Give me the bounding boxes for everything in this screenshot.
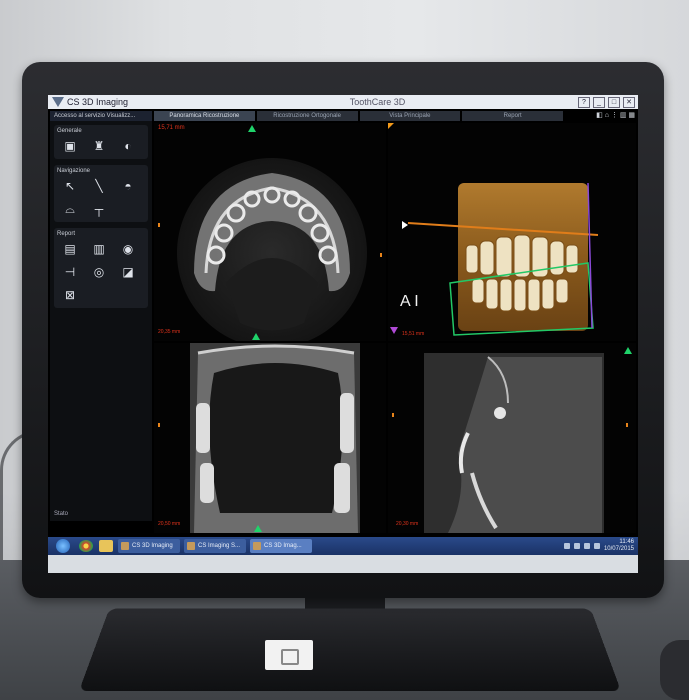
view-tabs: Panoramica Ricostruzione Ricostruzione O… xyxy=(154,111,638,121)
angle-icon[interactable]: ◓ xyxy=(115,176,141,196)
tool-group-report: Report ▤ ▥ ◉ ⊣ ◎ ◪ ⊠ xyxy=(54,228,148,308)
sidebar-header[interactable]: Accesso al servizio Visualizz... xyxy=(50,111,152,121)
tray-icon[interactable] xyxy=(563,543,570,549)
chrome-icon[interactable] xyxy=(79,540,93,552)
orange-tick xyxy=(158,423,160,427)
sagittal-view[interactable]: 20,30 mm xyxy=(388,343,636,533)
screen-bottom-edge xyxy=(48,555,638,573)
implant-icon[interactable]: ┬ xyxy=(86,199,112,219)
app-title: CS 3D Imaging xyxy=(67,97,129,107)
camera-icon[interactable]: ◉ xyxy=(115,239,141,259)
pen-icon[interactable]: ╲ xyxy=(86,176,112,196)
orange-tick xyxy=(392,413,394,417)
green-plane-marker[interactable] xyxy=(248,125,256,132)
monitor-icon[interactable]: ▣ xyxy=(57,136,83,156)
start-button[interactable] xyxy=(56,539,70,553)
tab-orthogonal[interactable]: Ricostruzione Ortogonale xyxy=(256,111,358,121)
monitor-stand-base xyxy=(78,608,622,692)
group-title: Generale xyxy=(57,128,82,134)
coronal-measure-bottom: 20,50 mm xyxy=(158,521,181,527)
green-plane-marker[interactable] xyxy=(254,525,262,532)
help-button[interactable]: ? xyxy=(578,96,590,108)
orange-tick xyxy=(380,253,382,257)
maximize-button[interactable]: □ xyxy=(608,96,620,108)
jaw-icon[interactable]: ⌓ xyxy=(57,199,83,219)
axial-measure-bottom: 20,35 mm xyxy=(158,329,181,335)
system-tray: 11:46 10/07/2015 xyxy=(563,539,638,553)
orange-corner-marker[interactable] xyxy=(388,123,394,129)
document-icon[interactable]: ▤ xyxy=(57,239,83,259)
tab-report[interactable]: Report xyxy=(462,111,563,121)
orange-tick xyxy=(158,223,160,227)
close-button[interactable]: ✕ xyxy=(623,96,635,108)
arrow-cursor-icon[interactable]: ↖ xyxy=(57,176,83,196)
clock-date: 10/07/2015 xyxy=(603,546,634,552)
taskbar-task[interactable]: CS Imaging S... xyxy=(184,539,246,553)
export-icon[interactable]: ◪ xyxy=(115,262,141,282)
coronal-view[interactable]: 20,50 mm xyxy=(154,343,386,533)
group-title: Navigazione xyxy=(57,168,91,174)
taskbar-task-active[interactable]: CS 3D Imag... xyxy=(250,539,312,553)
monitor-base-sticker xyxy=(265,640,313,670)
orientation-label: A I xyxy=(400,293,419,310)
target-icon[interactable]: ◎ xyxy=(86,262,112,282)
minimize-button[interactable]: _ xyxy=(593,96,605,108)
view-toolbar-icons[interactable]: ◧ ⌂ ⋮ ▥ ▦ xyxy=(565,111,638,121)
sidebar-status-label: Stato xyxy=(54,511,69,517)
green-plane-marker[interactable] xyxy=(252,333,260,340)
clock-time: 11:46 xyxy=(619,539,634,545)
app-logo-icon xyxy=(52,97,64,107)
tab-main-view[interactable]: Vista Principale xyxy=(359,111,461,121)
magenta-plane-marker[interactable] xyxy=(390,327,398,334)
folder-icon[interactable] xyxy=(99,540,113,552)
sagittal-measure-bottom: 20,30 mm xyxy=(396,521,419,527)
mouse-icon[interactable]: ◐ xyxy=(115,136,141,156)
sagittal-ct-image xyxy=(424,353,604,533)
ruler-icon[interactable]: ⊣ xyxy=(57,262,83,282)
axial-view[interactable]: 15,71 mm 20,35 mm xyxy=(154,123,386,341)
tooth-icon[interactable]: ♜ xyxy=(86,136,112,156)
axial-ct-image xyxy=(177,158,367,341)
windows-taskbar: CS 3D Imaging CS Imaging S... CS 3D Imag… xyxy=(48,537,638,555)
tool-group-general: Generale ▣ ♜ ◐ xyxy=(54,125,148,159)
taskbar-task[interactable]: CS 3D Imaging xyxy=(118,539,180,553)
volume-render-image xyxy=(402,182,599,336)
group-title: Report xyxy=(57,231,76,237)
tool-group-navigation: Navigazione ↖ ╲ ◓ ⌓ ┬ xyxy=(54,165,148,222)
window-center-title: ToothCare 3D xyxy=(349,97,406,107)
tray-icon[interactable] xyxy=(573,543,580,549)
tab-panoramic[interactable]: Panoramica Ricostruzione xyxy=(154,111,255,121)
volume-measure-bottom: 15,51 mm xyxy=(402,331,425,337)
coronal-ct-image xyxy=(190,343,360,533)
monitor-screen: CS 3D Imaging ToothCare 3D ? _ □ ✕ Acces… xyxy=(48,95,638,573)
printer-icon[interactable]: ▥ xyxy=(86,239,112,259)
volume-3d-view[interactable]: A I 15,51 mm xyxy=(388,123,636,341)
volume-icon[interactable] xyxy=(593,543,600,549)
orange-tick xyxy=(626,423,628,427)
network-icon[interactable] xyxy=(583,543,590,549)
app-titlebar: CS 3D Imaging ToothCare 3D ? _ □ ✕ xyxy=(48,95,638,109)
desk-object xyxy=(660,640,689,700)
green-plane-marker[interactable] xyxy=(624,347,632,354)
measure-icon[interactable]: ⊠ xyxy=(57,285,83,305)
taskbar-clock[interactable]: 11:46 10/07/2015 xyxy=(604,539,634,553)
tools-sidebar: Accesso al servizio Visualizz... General… xyxy=(50,111,152,521)
axial-measure-top: 15,71 mm xyxy=(158,125,185,131)
